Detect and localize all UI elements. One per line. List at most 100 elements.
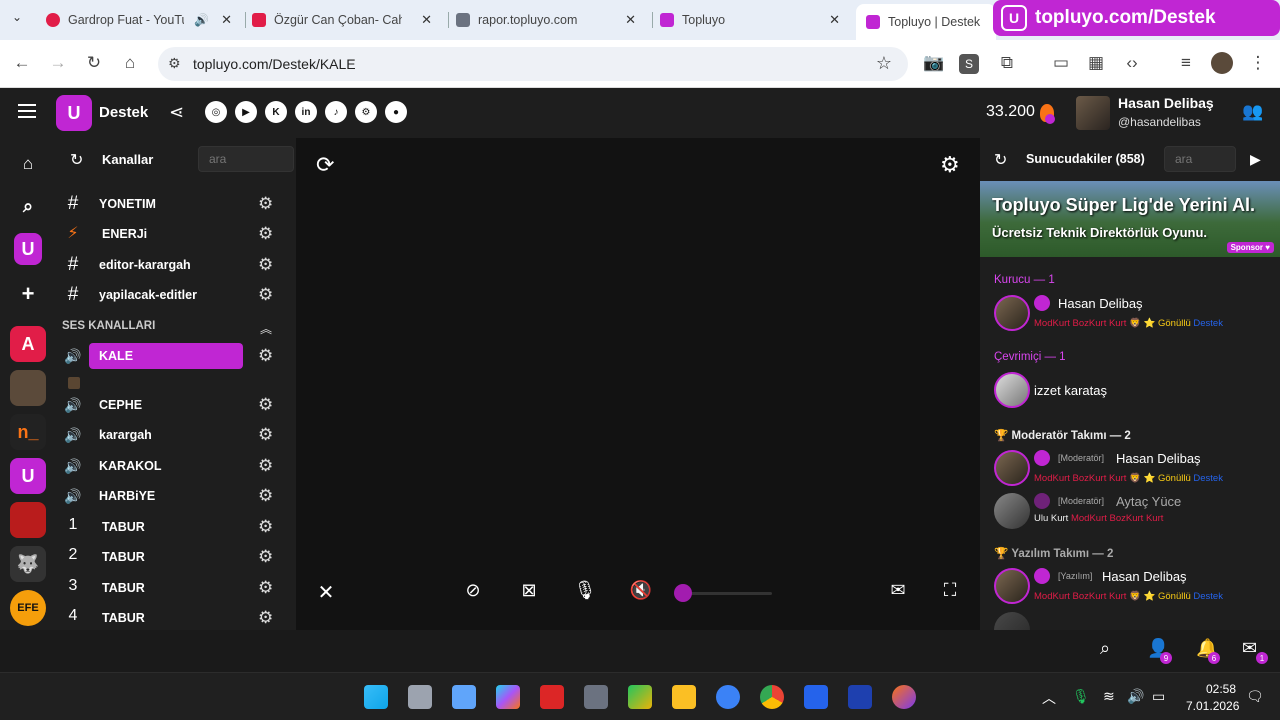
profile-avatar[interactable] [1211,52,1233,74]
channel-yonetim[interactable]: # YONETIM ⚙ [56,191,296,217]
volume-slider[interactable] [674,584,774,602]
avatar[interactable] [994,612,1030,630]
channel-editor-karargah[interactable]: # editor-karargah ⚙ [56,252,296,278]
server-topluyo-icon[interactable]: U [10,458,46,494]
volume-tray-icon[interactable]: 🔊 [1127,688,1144,705]
battery-icon[interactable]: ▭ [1152,688,1165,705]
tray-chevron-icon[interactable]: ︿ [1042,688,1056,708]
task-view-icon[interactable] [408,685,432,709]
camera-off-icon[interactable]: ⊠ [516,580,542,601]
bookmark-star-icon[interactable]: ☆ [876,53,892,74]
member-name[interactable]: Hasan Delibaş [1058,296,1143,311]
windows-start-icon[interactable] [364,685,388,709]
reload-icon[interactable]: ↻ [83,53,105,73]
shop-bag-icon[interactable]: U [14,233,42,265]
gear-icon[interactable]: ⚙ [258,578,273,598]
fullscreen-icon[interactable]: ⛶ [937,580,963,601]
voice-channel-4-tabur[interactable]: 4 TABUR ⚙ [56,605,296,631]
chrome-icon[interactable] [760,685,784,709]
kick-icon[interactable]: K [265,101,287,123]
clock-time[interactable]: 02:58 [1206,682,1236,696]
gear-icon[interactable]: ⚙ [258,517,273,537]
refresh-icon[interactable]: ↻ [994,150,1007,170]
app-red-icon[interactable] [540,685,564,709]
server-film-icon[interactable] [10,370,46,406]
voice-channel-2-tabur[interactable]: 2 TABUR ⚙ [56,544,296,570]
member-name[interactable]: Hasan Delibaş [1116,451,1201,466]
channel-search-input[interactable] [198,146,294,172]
voice-user-avatar[interactable] [68,377,80,389]
channel-enerji[interactable]: ⚡ ENERJi ⚙ [56,221,296,247]
avatar[interactable] [994,568,1030,604]
add-server-icon[interactable]: + [10,276,46,312]
gear-icon[interactable]: ⚙ [258,608,273,628]
voice-channel-harbiye[interactable]: 🔊 HARBiYE ⚙ [56,483,296,509]
server-red-icon[interactable] [10,502,46,538]
gear-icon[interactable]: ⚙ [258,547,273,567]
server-n-icon[interactable]: n_ [10,414,46,450]
avatar[interactable] [994,372,1030,408]
voice-channel-1-tabur[interactable]: 1 TABUR ⚙ [56,514,296,540]
browser-tab-destek-active[interactable]: Topluyo | Destek [856,4,996,40]
close-tab-icon[interactable]: ✕ [221,12,232,28]
extensions-puzzle-icon[interactable]: ⧉ [996,53,1018,73]
copilot-icon[interactable] [496,685,520,709]
qr-code-icon[interactable]: ▦ [1085,53,1107,73]
address-bar[interactable]: ⚙ topluyo.com/Destek/KALE ☆ [158,47,908,81]
stage-settings-gear-icon[interactable]: ⚙ [940,152,960,178]
voice-channel-karargah[interactable]: 🔊 karargah ⚙ [56,422,296,448]
voice-channel-3-tabur[interactable]: 3 TABUR ⚙ [56,575,296,601]
gear-icon[interactable]: ⚙ [258,425,273,445]
extension-s-icon[interactable]: S [959,54,979,74]
speaker-muted-icon[interactable]: 🔇 [628,580,654,601]
youtube-icon[interactable]: ▶ [235,101,257,123]
camera-icon[interactable]: 📷 [923,53,945,73]
browser-tab-rapor[interactable]: rapor.topluyo.com ✕ [456,6,646,34]
volume-knob[interactable] [674,584,692,602]
mail-icon[interactable]: ✉ [1242,638,1257,659]
microphone-off-icon[interactable]: 🎙 [572,580,598,601]
gear-icon[interactable]: ⚙ [258,224,273,244]
instagram-icon[interactable]: ◎ [205,101,227,123]
browser-tab-topluyo[interactable]: Topluyo ✕ [660,6,850,34]
clock-date[interactable]: 7.01.2026 [1186,699,1239,713]
members-toggle-icon[interactable]: 👥 [1242,102,1263,122]
server-a-icon[interactable]: A [10,326,46,362]
screen-share-off-icon[interactable]: ⊘ [460,580,486,601]
gear-icon[interactable]: ⚙ [258,456,273,476]
rotate-camera-icon[interactable]: ⟳ [316,152,334,178]
audio-playing-icon[interactable]: 🔊 [194,13,209,27]
site-info-icon[interactable]: ⚙ [168,55,181,72]
store-icon[interactable] [452,685,476,709]
search-icon[interactable]: ⌕ [10,188,46,224]
topluyo-logo-icon[interactable]: U [56,95,92,131]
view-toggle-icon[interactable]: ▶ [1250,151,1261,168]
browser-tab-youtube-1[interactable]: Gardrop Fuat - YouTube 🔊 ✕ [46,6,242,34]
cast-icon[interactable]: ▭ [1050,53,1072,73]
user-avatar[interactable] [1076,96,1110,130]
installer-icon[interactable] [848,685,872,709]
avatar[interactable] [994,493,1030,529]
gear-icon[interactable]: ⚙ [258,395,273,415]
close-tab-icon[interactable]: ✕ [829,12,840,28]
hamburger-menu-icon[interactable] [18,104,36,118]
leave-call-close-icon[interactable]: ✕ [313,580,339,605]
voice-channel-kale[interactable]: 🔊 KALE ⚙ [56,343,296,369]
media-queue-icon[interactable]: ≡ [1175,53,1197,73]
server-wolf-icon[interactable]: 🐺 [10,546,46,582]
file-explorer-icon[interactable] [672,685,696,709]
voice-channel-cephe[interactable]: 🔊 CEPHE ⚙ [56,392,296,418]
member-name[interactable]: Aytaç Yüce [1116,494,1181,509]
linkedin-icon[interactable]: in [295,101,317,123]
member-name[interactable]: Hasan Delibaş [1102,569,1187,584]
home-icon[interactable]: ⌂ [119,53,141,73]
gear-icon[interactable]: ⚙ [258,255,273,275]
collapse-chevron-icon[interactable]: ︽ [260,320,272,337]
home-icon[interactable]: ⌂ [10,146,46,182]
tab-search-chevron-icon[interactable]: ⌄ [12,10,22,24]
chat-envelope-icon[interactable]: ✉ [885,580,911,601]
member-search-input[interactable] [1164,146,1236,172]
back-arrow-icon[interactable]: ← [11,53,33,73]
firefox-icon[interactable] [892,685,916,709]
avatar[interactable] [994,295,1030,331]
